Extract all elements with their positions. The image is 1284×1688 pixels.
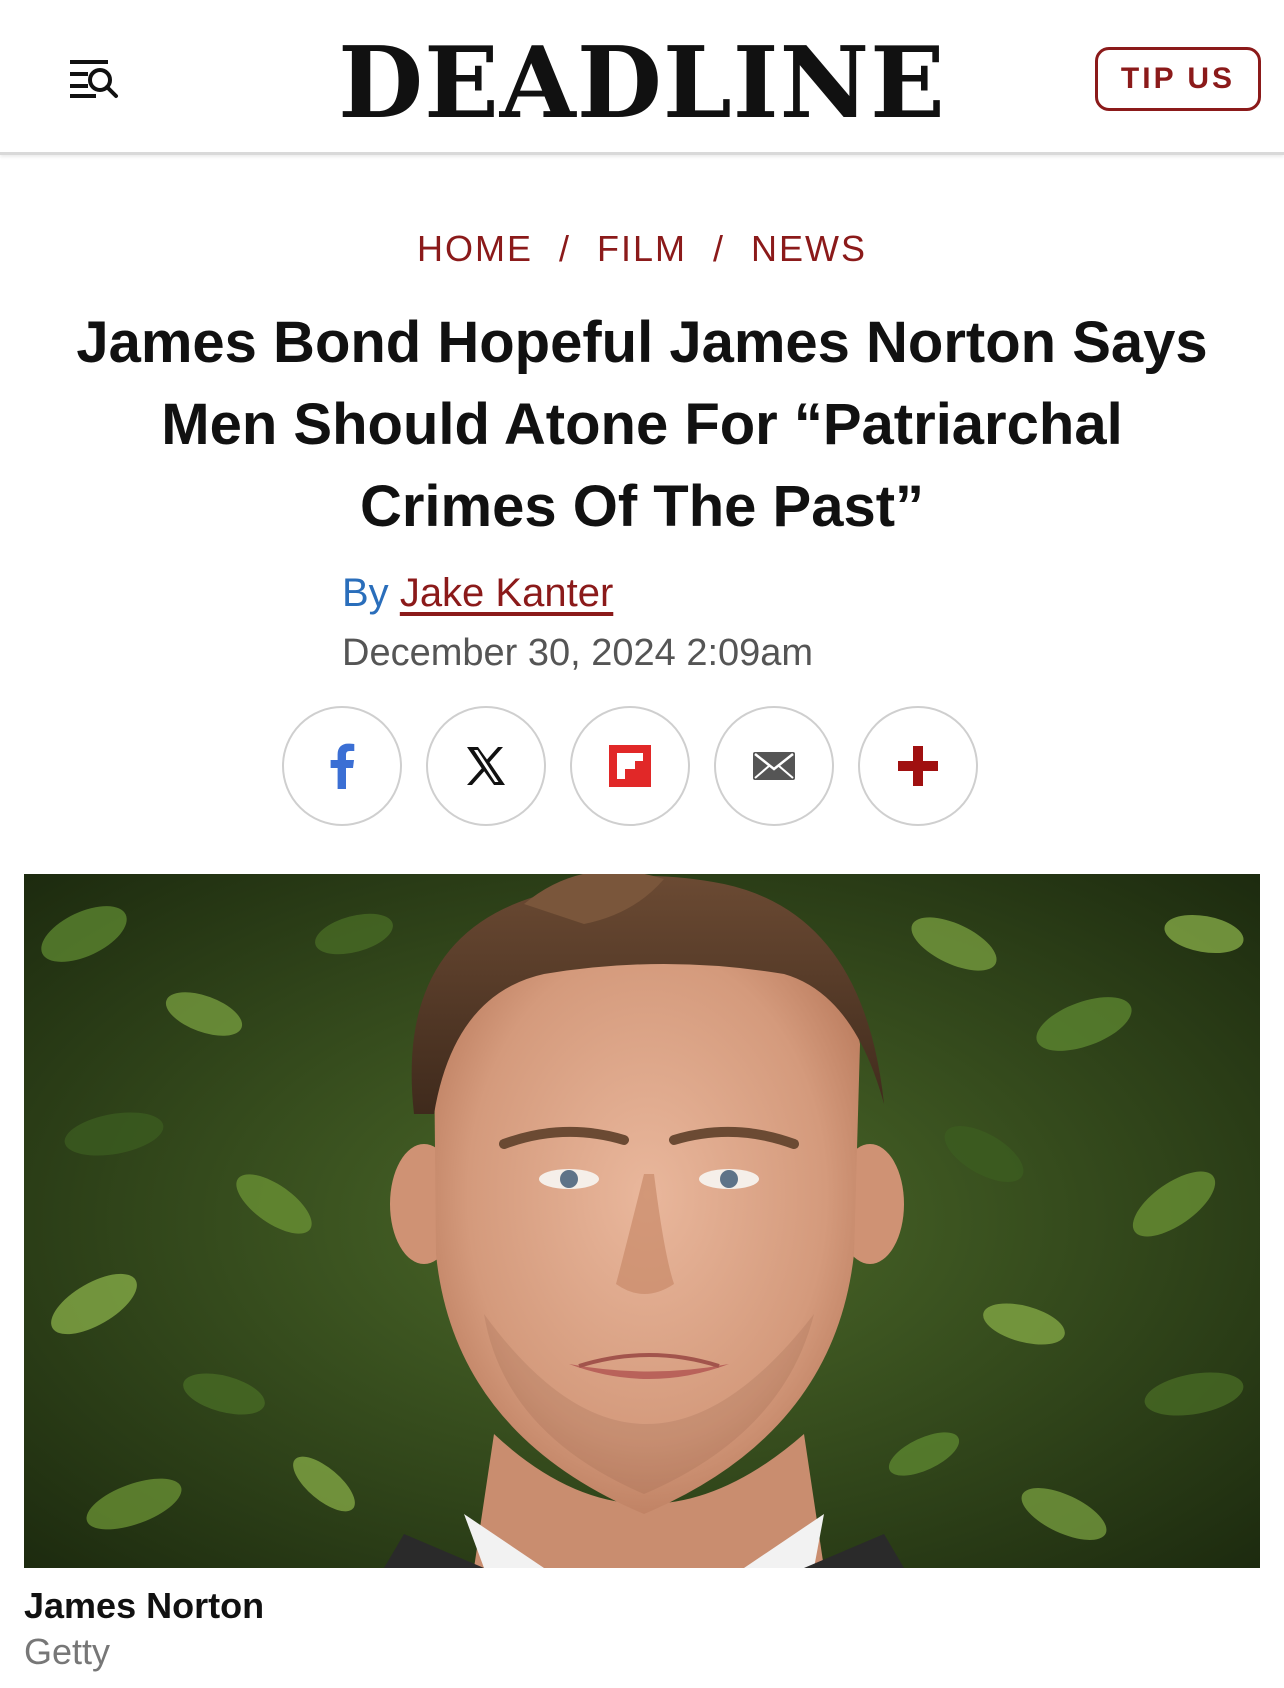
- headline-line: James Bond Hopeful James Norton Says: [76, 310, 1208, 375]
- plus-icon: [898, 746, 938, 786]
- site-header: DEADLINE TIP US: [0, 0, 1284, 155]
- headline-line: Men Should Atone For “Patriarchal: [161, 392, 1123, 457]
- facebook-icon: [330, 743, 355, 789]
- share-email-button[interactable]: [714, 706, 834, 826]
- article-hero-image: [24, 874, 1260, 1568]
- author-link[interactable]: Jake Kanter: [400, 571, 613, 615]
- flipboard-icon: [609, 745, 651, 787]
- share-x-button[interactable]: [426, 706, 546, 826]
- x-icon: [467, 747, 505, 785]
- share-bar: [282, 706, 978, 826]
- menu-search-icon[interactable]: [64, 52, 124, 102]
- publish-date: December 30, 2024 2:09am: [342, 632, 814, 674]
- share-facebook-button[interactable]: [282, 706, 402, 826]
- breadcrumb-film[interactable]: FILM: [597, 228, 687, 269]
- site-logo[interactable]: DEADLINE: [0, 27, 1284, 141]
- share-flipboard-button[interactable]: [570, 706, 690, 826]
- breadcrumb-news[interactable]: NEWS: [751, 228, 867, 269]
- breadcrumb: HOME / FILM / NEWS: [0, 228, 1284, 270]
- article-headline: James Bond Hopeful James Norton Says Men…: [20, 302, 1264, 548]
- email-icon: [753, 752, 795, 780]
- by-label: By: [342, 571, 389, 615]
- photo-credit: Getty: [24, 1631, 111, 1672]
- breadcrumb-separator: /: [558, 228, 571, 269]
- breadcrumb-separator: /: [713, 228, 726, 269]
- byline: By Jake Kanter: [342, 568, 613, 618]
- breadcrumb-home[interactable]: HOME: [417, 228, 533, 269]
- tip-us-button[interactable]: TIP US: [1095, 47, 1261, 111]
- photo-caption: James Norton: [24, 1585, 265, 1626]
- share-more-button[interactable]: [858, 706, 978, 826]
- headline-line: Crimes Of The Past”: [359, 474, 925, 539]
